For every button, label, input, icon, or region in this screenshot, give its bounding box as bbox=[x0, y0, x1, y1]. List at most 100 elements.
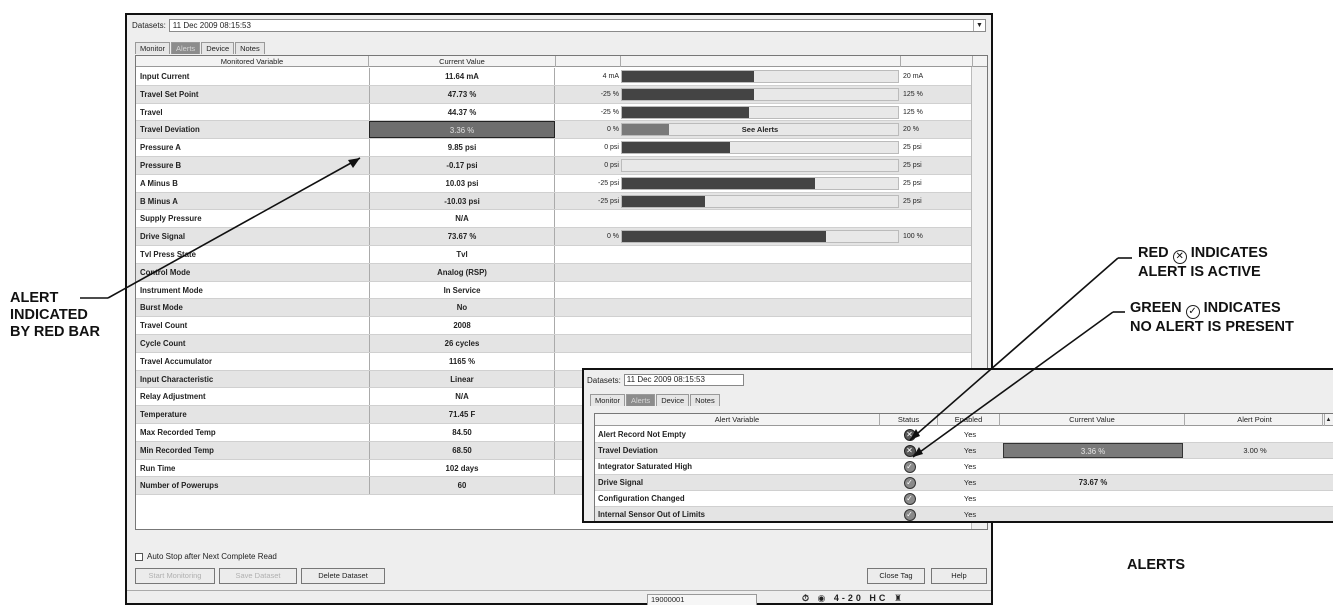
alert-enabled[interactable]: Yes bbox=[945, 475, 995, 491]
auto-stop-label: Auto Stop after Next Complete Read bbox=[147, 552, 277, 561]
row-variable-name: Control Mode bbox=[140, 267, 191, 277]
alerts-tabs: Monitor Alerts Device Notes bbox=[590, 394, 721, 406]
list-item: Integrator Saturated High ✓ Yes bbox=[595, 459, 1333, 475]
callout-alert-bar: ALERT INDICATED BY RED BAR bbox=[10, 290, 100, 341]
row-current-value: 11.64 mA bbox=[369, 68, 555, 85]
row-bar-track bbox=[621, 230, 899, 244]
help-button[interactable]: Help bbox=[931, 568, 987, 584]
tab-notes[interactable]: Notes bbox=[235, 42, 265, 54]
alerts-datasets-select[interactable]: 11 Dec 2009 08:15:53 bbox=[623, 374, 744, 386]
tab-monitor[interactable]: Monitor bbox=[135, 42, 171, 54]
row-range-max: 25 psi bbox=[903, 197, 922, 205]
alert-status-cell: ✓ bbox=[882, 477, 937, 489]
device-icon: ♜ bbox=[893, 593, 906, 603]
table-row: Supply Pressure N/A bbox=[136, 210, 987, 229]
callout-green-line2: NO ALERT IS PRESENT bbox=[1130, 319, 1294, 335]
alert-status-cell: ✕ bbox=[882, 445, 937, 457]
alert-point: 3.00 % bbox=[1243, 446, 1267, 455]
row-bar-track bbox=[621, 141, 899, 155]
alert-variable-name: Alert Record Not Empty bbox=[598, 430, 686, 439]
row-variable-name: Cycle Count bbox=[140, 339, 186, 348]
row-variable-name: B Minus A bbox=[140, 196, 178, 206]
row-current-value: 10.03 psi bbox=[369, 174, 555, 192]
row-range-min: 0 psi bbox=[604, 162, 619, 169]
row-variable-name: Tvl Press State bbox=[140, 250, 196, 259]
row-bar-fill bbox=[622, 177, 816, 189]
alerts-tab-device[interactable]: Device bbox=[656, 394, 690, 406]
row-variable-name: Travel Set Point bbox=[140, 89, 199, 99]
alerts-tab-alerts[interactable]: Alerts bbox=[626, 394, 656, 406]
row-variable-name: Burst Mode bbox=[140, 303, 183, 313]
alert-current-value bbox=[1003, 459, 1183, 474]
datasets-value: 11 Dec 2009 08:15:53 bbox=[172, 21, 251, 30]
alerts-tab-notes[interactable]: Notes bbox=[690, 394, 720, 406]
table-row: Travel 44.37 % -25 % 125 % bbox=[136, 103, 987, 122]
header-alert-variable[interactable]: Alert Variable bbox=[595, 414, 880, 426]
start-monitoring-button[interactable]: Start Monitoring bbox=[135, 568, 215, 584]
row-current-value: 84.50 bbox=[369, 424, 555, 441]
alert-enabled[interactable]: Yes bbox=[945, 507, 995, 521]
alerts-grid: Alert Variable Status Enabled Current Va… bbox=[594, 413, 1333, 521]
row-current-value: 26 cycles bbox=[369, 335, 555, 352]
datasets-select[interactable]: 11 Dec 2009 08:15:53 ▼ bbox=[168, 19, 986, 32]
row-current-value: 1165 % bbox=[369, 352, 555, 370]
callout-green-pre: GREEN bbox=[1130, 300, 1182, 316]
callout-red-line2: ALERT IS ACTIVE bbox=[1138, 264, 1261, 280]
row-bar-fill bbox=[622, 71, 755, 82]
close-tag-button[interactable]: Close Tag bbox=[867, 568, 925, 584]
alert-enabled[interactable]: Yes bbox=[945, 443, 995, 459]
row-variable-name: Run Time bbox=[140, 463, 176, 473]
row-variable-name: Min Recorded Temp bbox=[140, 445, 214, 455]
table-row: Control Mode Analog (RSP) bbox=[136, 263, 987, 282]
row-range-min: -25 % bbox=[600, 90, 619, 98]
row-current-value: 71.45 F bbox=[369, 406, 555, 423]
callout-red-post: INDICATES bbox=[1190, 245, 1268, 261]
row-current-value: No bbox=[369, 299, 555, 317]
alert-current-value bbox=[1003, 507, 1183, 521]
row-variable-name: Travel Deviation bbox=[140, 125, 200, 135]
delete-dataset-button[interactable]: Delete Dataset bbox=[301, 568, 385, 584]
auto-stop-checkbox[interactable] bbox=[135, 552, 143, 561]
status-bar: 19000001 ⏱ ◉ 4-20 HC ♜ bbox=[127, 590, 991, 605]
header-enabled[interactable]: Enabled bbox=[938, 414, 1000, 426]
row-range-min: 0 % bbox=[606, 126, 619, 134]
alerts-tab-monitor[interactable]: Monitor bbox=[590, 394, 626, 406]
datasets-row: Datasets: 11 Dec 2009 08:15:53 ▼ bbox=[132, 19, 986, 32]
row-current-value: 9.85 psi bbox=[369, 139, 555, 156]
header-alert-current-value[interactable]: Current Value bbox=[1000, 414, 1185, 426]
row-current-value: -10.03 psi bbox=[369, 192, 555, 210]
alert-variable-name: Internal Sensor Out of Limits bbox=[598, 510, 706, 519]
alert-enabled[interactable]: Yes bbox=[945, 427, 995, 443]
grid-header: Monitored Variable Current Value bbox=[136, 56, 987, 67]
list-item: Travel Deviation ✕ Yes 3.36 % 3.00 % bbox=[595, 443, 1333, 459]
chevron-down-icon[interactable]: ▼ bbox=[973, 20, 985, 31]
row-variable-name: Temperature bbox=[140, 410, 187, 420]
row-range-min: -25 psi bbox=[597, 197, 619, 205]
header-bar bbox=[621, 56, 901, 67]
row-bar-fill bbox=[622, 106, 749, 118]
row-current-value: -0.17 psi bbox=[369, 157, 555, 174]
row-variable-name: Input Characteristic bbox=[140, 374, 214, 384]
alert-enabled[interactable]: Yes bbox=[945, 491, 995, 507]
alerts-datasets-row: Datasets: 11 Dec 2009 08:15:53 bbox=[587, 374, 744, 386]
stopwatch-icon: ⏱ bbox=[802, 593, 813, 603]
header-monitored-variable[interactable]: Monitored Variable bbox=[136, 56, 369, 67]
header-current-value[interactable]: Current Value bbox=[369, 56, 556, 67]
alert-status-cell: ✕ bbox=[882, 429, 937, 441]
alert-enabled[interactable]: Yes bbox=[945, 459, 995, 475]
header-status[interactable]: Status bbox=[880, 414, 938, 426]
alert-status-cell: ✓ bbox=[882, 509, 937, 521]
row-variable-name: Travel Accumulator bbox=[140, 356, 213, 366]
check-circle-icon: ✓ bbox=[903, 493, 916, 505]
tab-device[interactable]: Device bbox=[201, 42, 235, 54]
row-variable-name: Drive Signal bbox=[140, 232, 186, 242]
list-item: Drive Signal ✓ Yes 73.67 % bbox=[595, 475, 1333, 491]
save-dataset-button[interactable]: Save Dataset bbox=[219, 568, 297, 584]
scroll-up-icon[interactable]: ▲ bbox=[1322, 414, 1333, 426]
tab-alerts[interactable]: Alerts bbox=[171, 42, 201, 54]
row-range-max: 20 mA bbox=[903, 73, 924, 80]
row-variable-name: Supply Pressure bbox=[140, 214, 202, 224]
row-range-max: 100 % bbox=[903, 233, 923, 241]
row-current-value: 102 days bbox=[369, 459, 555, 477]
header-alert-point[interactable]: Alert Point bbox=[1185, 414, 1325, 426]
